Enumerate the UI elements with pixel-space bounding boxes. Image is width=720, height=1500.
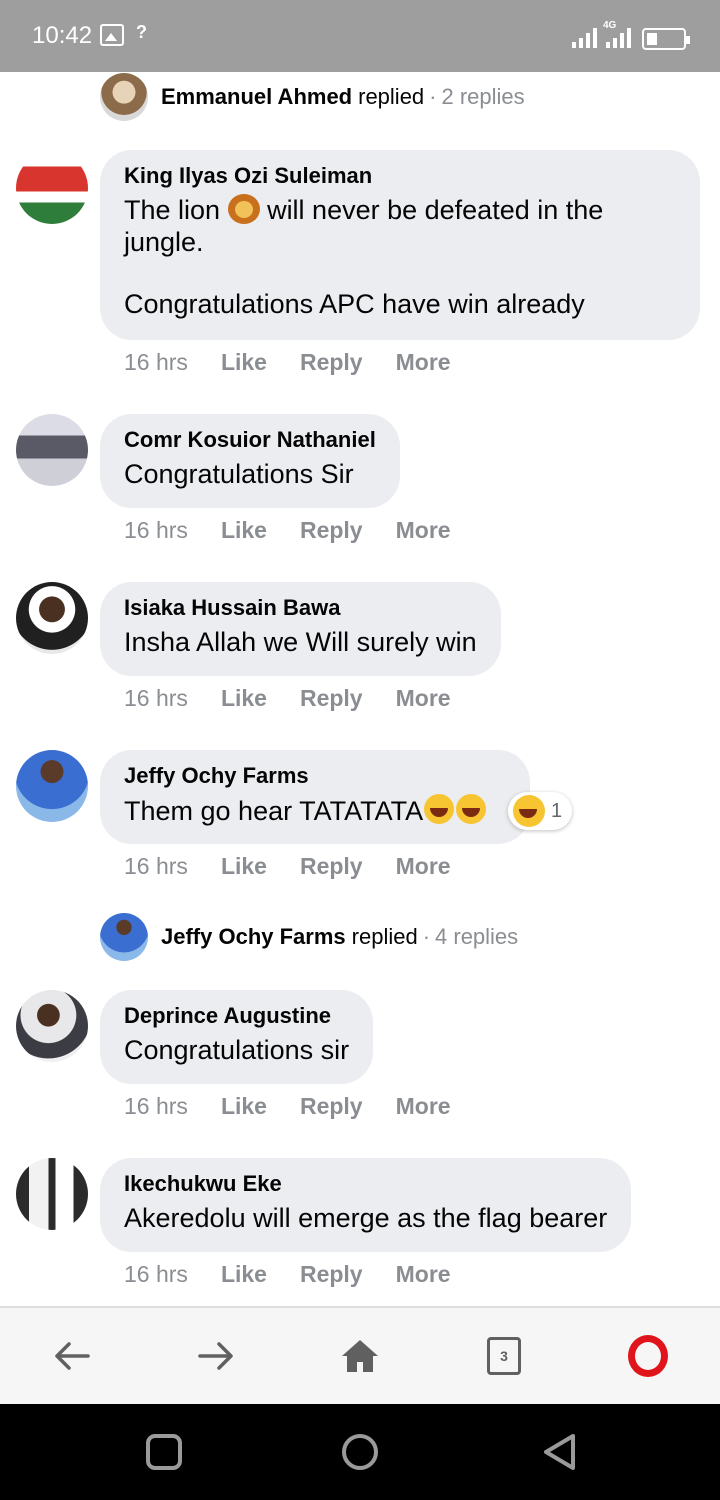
back-triangle-icon[interactable] xyxy=(540,1432,580,1472)
separator-dot: · xyxy=(429,84,437,109)
comment-bubble[interactable]: Jeffy Ochy Farms Them go hear TATATATA xyxy=(100,750,530,844)
comment-author[interactable]: Deprince Augustine xyxy=(124,1002,349,1030)
comment-actions: 16 hrs Like Reply More xyxy=(124,1261,484,1288)
tabs-icon[interactable]: 3 xyxy=(476,1328,532,1384)
cell-signal-icon xyxy=(606,26,631,48)
more-button[interactable]: More xyxy=(396,1261,451,1288)
status-time: 10:42 xyxy=(32,22,93,49)
reply-button[interactable]: Reply xyxy=(300,517,363,544)
avatar[interactable] xyxy=(16,990,88,1062)
comment-actions: 16 hrs Like Reply More xyxy=(124,349,484,376)
like-button[interactable]: Like xyxy=(221,1261,267,1288)
reply-count[interactable]: 2 replies xyxy=(442,84,525,110)
comment-text: Congratulations sir xyxy=(124,1035,350,1065)
reply-action-text: replied xyxy=(351,924,418,949)
reaction-badge[interactable]: 1 xyxy=(508,792,573,830)
like-button[interactable]: Like xyxy=(221,1093,267,1120)
comment-time[interactable]: 16 hrs xyxy=(124,517,188,544)
comment-author[interactable]: King Ilyas Ozi Suleiman xyxy=(124,162,676,190)
tab-count: 3 xyxy=(487,1337,521,1375)
lion-emoji-icon xyxy=(227,194,260,224)
like-button[interactable]: Like xyxy=(221,853,267,880)
reply-button[interactable]: Reply xyxy=(300,685,363,712)
reply-summary[interactable]: Jeffy Ochy Farms replied · 4 replies xyxy=(100,912,518,962)
avatar[interactable] xyxy=(16,582,88,654)
rolling-laughing-emoji-icon xyxy=(456,794,487,824)
reply-button[interactable]: Reply xyxy=(300,349,363,376)
home-icon[interactable] xyxy=(332,1328,388,1384)
comment-text: The lion will never be defeated in the j… xyxy=(124,194,604,257)
like-button[interactable]: Like xyxy=(221,517,267,544)
more-button[interactable]: More xyxy=(396,685,451,712)
comment-actions: 16 hrs Like Reply More xyxy=(124,517,484,544)
comment-actions: 16 hrs Like Reply More xyxy=(124,853,484,880)
comment-time[interactable]: 16 hrs xyxy=(124,349,188,376)
comment-time[interactable]: 16 hrs xyxy=(124,685,188,712)
reply-button[interactable]: Reply xyxy=(300,853,363,880)
comment-time[interactable]: 16 hrs xyxy=(124,853,188,880)
comment-text: Congratulations Sir xyxy=(124,459,354,489)
avatar[interactable] xyxy=(16,414,88,486)
comment-actions: 16 hrs Like Reply More xyxy=(124,1093,484,1120)
comment-bubble[interactable]: Isiaka Hussain Bawa Insha Allah we Will … xyxy=(100,582,501,676)
reply-action-text: replied xyxy=(358,84,425,109)
comments-feed[interactable]: Emmanuel Ahmed replied · 2 replies King … xyxy=(0,72,720,1306)
home-circle-icon[interactable] xyxy=(340,1432,380,1472)
like-button[interactable]: Like xyxy=(221,685,267,712)
haha-reaction-icon xyxy=(513,795,545,827)
wifi-signal-icon xyxy=(572,26,597,48)
comment-bubble[interactable]: Deprince Augustine Congratulations sir xyxy=(100,990,374,1084)
comment-actions: 16 hrs Like Reply More xyxy=(124,685,484,712)
reply-button[interactable]: Reply xyxy=(300,1093,363,1120)
opera-menu-icon[interactable] xyxy=(620,1328,676,1384)
no-signal-icon: ? xyxy=(136,22,147,42)
system-nav-bar xyxy=(0,1404,720,1500)
reply-count[interactable]: 4 replies xyxy=(435,924,518,950)
reply-summary[interactable]: Emmanuel Ahmed replied · 2 replies xyxy=(100,72,525,122)
browser-toolbar: 3 xyxy=(0,1306,720,1404)
comment-author[interactable]: Ikechukwu Eke xyxy=(124,1170,607,1198)
comment-bubble[interactable]: Comr Kosuior Nathaniel Congratulations S… xyxy=(100,414,400,508)
more-button[interactable]: More xyxy=(396,1093,451,1120)
comment-author[interactable]: Comr Kosuior Nathaniel xyxy=(124,426,376,454)
reply-button[interactable]: Reply xyxy=(300,1261,363,1288)
comment-text: Them go hear TATATATA xyxy=(124,794,506,827)
comment-text: Insha Allah we Will surely win xyxy=(124,627,477,657)
back-arrow-icon[interactable] xyxy=(44,1328,100,1384)
more-button[interactable]: More xyxy=(396,517,451,544)
more-button[interactable]: More xyxy=(396,853,451,880)
gallery-notification-icon xyxy=(100,24,124,46)
reply-author[interactable]: Jeffy Ochy Farms xyxy=(161,924,346,950)
comment-text-line2: Congratulations APC have win already xyxy=(124,289,585,319)
like-button[interactable]: Like xyxy=(221,349,267,376)
recents-square-icon[interactable] xyxy=(144,1432,184,1472)
avatar[interactable] xyxy=(16,152,88,224)
comment-text: Akeredolu will emerge as the flag bearer xyxy=(124,1203,608,1233)
reaction-count: 1 xyxy=(551,799,563,822)
comment-bubble[interactable]: Ikechukwu Eke Akeredolu will emerge as t… xyxy=(100,1158,632,1252)
avatar xyxy=(100,73,148,121)
rolling-laughing-emoji-icon xyxy=(424,794,455,824)
reply-author[interactable]: Emmanuel Ahmed xyxy=(161,84,352,110)
forward-arrow-icon[interactable] xyxy=(188,1328,244,1384)
status-bar: 10:42 ? 4G xyxy=(0,0,720,72)
avatar[interactable] xyxy=(16,750,88,822)
avatar[interactable] xyxy=(16,1158,88,1230)
comment-bubble[interactable]: King Ilyas Ozi Suleiman The lion will ne… xyxy=(100,150,700,340)
comment-time[interactable]: 16 hrs xyxy=(124,1261,188,1288)
comment-author[interactable]: Isiaka Hussain Bawa xyxy=(124,594,477,622)
comment-time[interactable]: 16 hrs xyxy=(124,1093,188,1120)
battery-icon xyxy=(642,28,690,50)
comment-author[interactable]: Jeffy Ochy Farms xyxy=(124,762,506,790)
avatar xyxy=(100,913,148,961)
more-button[interactable]: More xyxy=(396,349,451,376)
separator-dot: · xyxy=(422,924,431,949)
